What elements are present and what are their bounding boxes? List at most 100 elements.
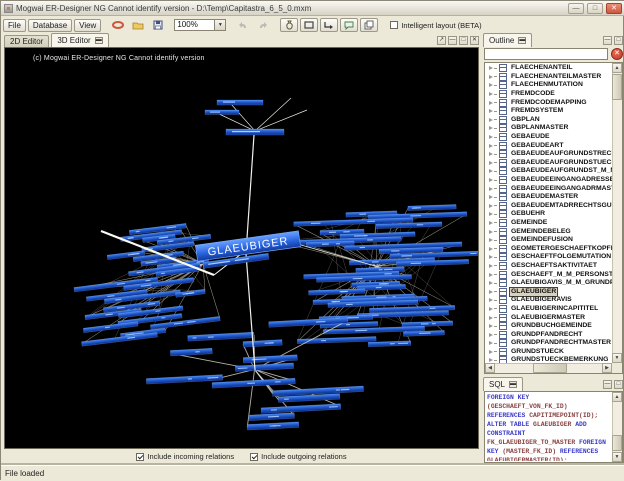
expander-icon[interactable] (488, 133, 497, 141)
add-entity-icon[interactable] (280, 18, 298, 32)
outline-scroll-thumb[interactable] (612, 74, 622, 100)
expander-icon[interactable] (488, 202, 497, 210)
close-window-icon[interactable]: ✕ (606, 3, 622, 14)
sql-minimize-frame-icon[interactable]: — (603, 380, 612, 389)
expander-icon[interactable] (488, 159, 497, 167)
3d-editor-viewport[interactable]: GLAEUBIGER (c) Mogwai ER-Designer NG Can… (4, 47, 479, 449)
include-outgoing-checkbox[interactable] (250, 453, 258, 461)
minimize-frame-icon[interactable]: — (448, 36, 457, 45)
expander-icon[interactable] (488, 314, 497, 322)
expander-icon[interactable] (488, 176, 497, 184)
sql-maximize-frame-icon[interactable]: □ (614, 380, 623, 389)
zoom-combobox[interactable]: 100% ▼ (174, 19, 226, 31)
expander-icon[interactable] (488, 90, 497, 98)
canvas-copyright: (c) Mogwai ER-Designer NG Cannot identif… (33, 55, 205, 62)
scroll-down-icon[interactable]: ▼ (612, 353, 622, 363)
expander-icon[interactable] (488, 116, 497, 124)
expander-icon[interactable] (488, 107, 497, 115)
chevron-down-icon[interactable]: ▼ (214, 20, 225, 30)
clear-search-icon[interactable]: ✕ (611, 48, 623, 60)
expander-icon[interactable] (488, 348, 497, 356)
add-relation-icon[interactable] (320, 18, 338, 32)
expander-icon[interactable] (488, 124, 497, 132)
outline-minimize-frame-icon[interactable]: — (603, 36, 612, 45)
add-comment-icon[interactable] (340, 18, 358, 32)
sql-scroll-thumb[interactable] (612, 435, 622, 451)
table-icon (499, 322, 507, 330)
expander-icon[interactable] (488, 296, 497, 304)
expander-icon[interactable] (488, 228, 497, 236)
expander-icon[interactable] (488, 271, 497, 279)
expander-icon[interactable] (488, 236, 497, 244)
menu-file[interactable]: File (3, 19, 26, 32)
outline-item[interactable]: FREMDSYSTEM (485, 107, 612, 116)
add-view-icon[interactable] (300, 18, 318, 32)
expander-icon[interactable] (488, 210, 497, 218)
include-outgoing-option[interactable]: Include outgoing relations (250, 452, 346, 461)
tab-3d-editor[interactable]: 3D Editor ▬ (51, 33, 108, 47)
expander-icon[interactable] (488, 185, 497, 193)
tab-minimize-icon[interactable]: ▬ (95, 37, 103, 44)
expander-icon[interactable] (488, 288, 497, 296)
table-icon (499, 219, 507, 227)
expander-icon[interactable] (488, 142, 497, 150)
expander-icon[interactable] (488, 322, 497, 330)
connection-icon[interactable] (109, 18, 127, 32)
maximize-window-icon[interactable]: □ (587, 3, 603, 14)
sql-vertical-scrollbar[interactable]: ▲ ▼ (612, 392, 622, 462)
outline-horizontal-scrollbar[interactable]: ◀ ▶ (485, 363, 612, 373)
outline-vertical-scrollbar[interactable]: ▲ ▼ (612, 63, 622, 363)
expander-icon[interactable] (488, 262, 497, 270)
outline-minimize-icon[interactable]: ▬ (518, 37, 526, 44)
tab-sql[interactable]: SQL ▬ (483, 377, 523, 391)
expander-icon[interactable] (488, 305, 497, 313)
sql-minimize-icon[interactable]: ▬ (509, 381, 517, 388)
expander-icon[interactable] (488, 219, 497, 227)
expander-icon[interactable] (488, 99, 497, 107)
sql-editor[interactable]: FOREIGN KEY (GESCHAEFT_VON_FK_ID) REFERE… (484, 391, 623, 463)
expander-icon[interactable] (488, 193, 497, 201)
maximize-frame-icon[interactable]: □ (459, 36, 468, 45)
table-icon (499, 245, 507, 253)
scroll-right-icon[interactable]: ▶ (602, 363, 612, 373)
outline-tree[interactable]: FLAECHENANTEILFLAECHENANTEILMASTERFLAECH… (484, 62, 623, 374)
expander-icon[interactable] (488, 167, 497, 175)
save-icon[interactable] (149, 18, 167, 32)
outline-item[interactable]: GRUNDSTUECKBEMERKUNG (485, 356, 612, 363)
redo-icon[interactable] (254, 18, 272, 32)
include-incoming-option[interactable]: Include incoming relations (136, 452, 234, 461)
expander-icon[interactable] (488, 245, 497, 253)
copy-elements-icon[interactable] (360, 18, 378, 32)
scroll-up-icon[interactable]: ▲ (612, 63, 622, 73)
outline-search-input[interactable] (484, 48, 608, 60)
menu-view[interactable]: View (74, 19, 101, 32)
scroll-left-icon[interactable]: ◀ (485, 363, 495, 373)
expander-icon[interactable] (488, 339, 497, 347)
sql-scroll-up-icon[interactable]: ▲ (612, 392, 622, 402)
tab-2d-editor[interactable]: 2D Editor (4, 35, 49, 47)
expander-icon[interactable] (488, 253, 497, 261)
zoom-value: 100% (175, 20, 214, 30)
intelligent-layout-option[interactable]: Intelligent layout (BETA) (390, 21, 481, 30)
expander-icon[interactable] (488, 64, 497, 72)
folder-open-icon[interactable] (129, 18, 147, 32)
3d-graph-canvas[interactable]: GLAEUBIGER (5, 48, 478, 448)
expander-icon[interactable] (488, 73, 497, 81)
sql-scroll-down-icon[interactable]: ▼ (612, 452, 622, 462)
intelligent-layout-checkbox[interactable] (390, 21, 398, 29)
undo-icon[interactable] (234, 18, 252, 32)
table-icon (499, 202, 507, 210)
expander-icon[interactable] (488, 331, 497, 339)
tab-outline[interactable]: Outline ▬ (483, 33, 532, 47)
expander-icon[interactable] (488, 81, 497, 89)
menu-database[interactable]: Database (28, 19, 72, 32)
float-frame-icon[interactable]: ↗ (437, 36, 446, 45)
close-frame-icon[interactable]: ✕ (470, 36, 479, 45)
outline-hscroll-thumb[interactable] (533, 363, 567, 373)
expander-icon[interactable] (488, 150, 497, 158)
expander-icon[interactable] (488, 279, 497, 287)
include-incoming-checkbox[interactable] (136, 453, 144, 461)
outline-maximize-frame-icon[interactable]: □ (614, 36, 623, 45)
minimize-window-icon[interactable]: — (568, 3, 584, 14)
outline-item[interactable]: GEBAEUDEMTADRRECHTSGUELT (485, 202, 612, 211)
